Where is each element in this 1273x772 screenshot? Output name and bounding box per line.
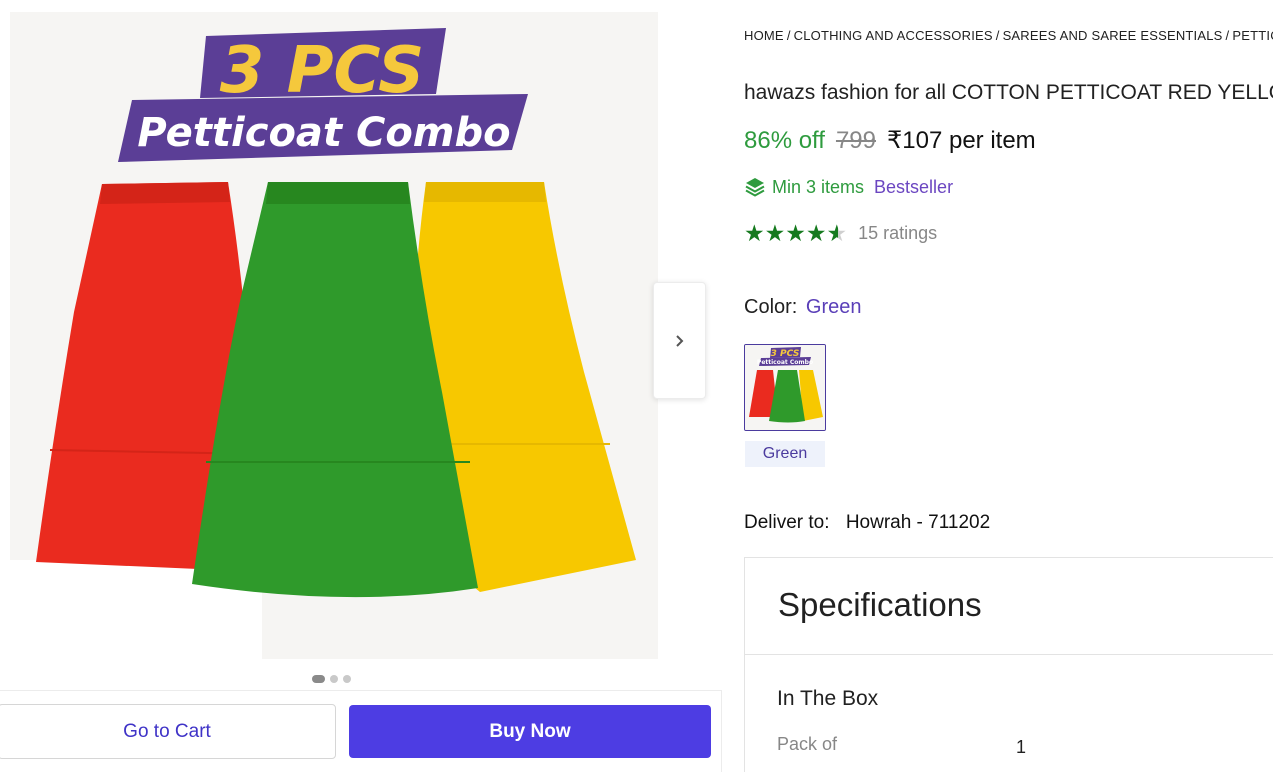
selected-color: Green — [805, 296, 862, 318]
star-icon: ★ — [744, 220, 765, 246]
breadcrumb: HOME / CLOTHING AND ACCESSORIES / SAREES AND… — [744, 28, 1273, 43]
swatch-banner-top: 3 PCS — [771, 349, 800, 359]
product-title: hawazs fashion for all COTTON PETTICOAT … — [744, 81, 1273, 104]
carousel-dot[interactable] — [312, 675, 325, 683]
breadcrumb-home[interactable]: HOME — [744, 28, 784, 43]
star-icon: ★ — [805, 220, 827, 246]
swatch-banner-bottom: Petticoat Combo — [757, 359, 813, 366]
swatch-label[interactable]: Green — [745, 441, 825, 467]
breadcrumb-clothing[interactable]: CLOTHING AND ACCESSORIES — [794, 28, 993, 43]
color-label: Color: — [744, 296, 798, 318]
divider — [745, 654, 1273, 655]
rating-row[interactable]: ★ ★ ★ ★ ★ 15 ratings — [744, 222, 937, 245]
spec-group-title: In The Box — [777, 687, 879, 710]
breadcrumb-separator: / — [1225, 28, 1230, 43]
breadcrumb-separator: / — [786, 28, 791, 43]
petticoat-combo-image: 3 PCS Petticoat Combo — [10, 12, 658, 659]
stack-layers-icon — [745, 178, 765, 197]
breadcrumb-sarees[interactable]: SAREES AND SAREE ESSENTIALS — [1003, 28, 1223, 43]
delivery-location[interactable]: Howrah - 711202 — [846, 512, 990, 533]
original-price: 799 — [835, 127, 876, 154]
banner-bottom-text: Petticoat Combo — [137, 110, 510, 156]
selling-price: ₹107 per item — [887, 127, 1036, 154]
product-image[interactable]: 3 PCS Petticoat Combo — [10, 12, 658, 659]
min-items-label: Min 3 items — [772, 176, 865, 197]
rating-count[interactable]: 15 ratings — [858, 223, 937, 244]
half-star-icon: ★ — [826, 220, 848, 246]
price-row: 86% off 799 ₹107 per item — [744, 126, 1036, 155]
carousel-dots — [312, 675, 351, 683]
discount-percent: 86% off — [744, 127, 825, 154]
chevron-right-icon — [675, 334, 683, 347]
spec-value: 1 — [1016, 737, 1027, 757]
star-icon: ★ — [785, 220, 806, 246]
deliver-to-label: Deliver to: — [744, 512, 830, 533]
product-page: 3 PCS Petticoat Combo Go to Cart Buy Now — [0, 0, 1273, 772]
swatch-thumbnail: 3 PCS Petticoat Combo — [745, 345, 825, 430]
specifications-title: Specifications — [778, 586, 982, 623]
tag-row: Min 3 items Bestseller — [744, 176, 953, 198]
star-icon: ★ — [764, 220, 786, 246]
specifications-panel: Specifications In The Box Pack of 1 — [744, 557, 1273, 772]
next-image-button[interactable] — [653, 282, 706, 399]
buy-now-button[interactable]: Buy Now — [349, 705, 711, 758]
spec-key: Pack of — [777, 734, 838, 754]
carousel-dot[interactable] — [343, 675, 351, 683]
color-swatch-green[interactable]: 3 PCS Petticoat Combo — [744, 344, 826, 431]
carousel-dot[interactable] — [330, 675, 338, 683]
banner-top-text: 3 PCS — [220, 34, 425, 108]
action-bar: Go to Cart Buy Now — [0, 690, 722, 772]
product-details: HOME / CLOTHING AND ACCESSORIES / SAREES AND… — [744, 0, 1273, 772]
breadcrumb-separator: / — [995, 28, 1000, 43]
breadcrumb-petticoats[interactable]: PETTICOATS — [1232, 28, 1273, 43]
go-to-cart-button[interactable]: Go to Cart — [0, 704, 336, 759]
bestseller-badge: Bestseller — [874, 176, 954, 197]
color-selector-heading: Color: Green — [744, 296, 862, 319]
rating-stars: ★ ★ ★ ★ ★ — [744, 222, 847, 245]
delivery-row: Deliver to: Howrah - 711202 — [744, 512, 990, 534]
